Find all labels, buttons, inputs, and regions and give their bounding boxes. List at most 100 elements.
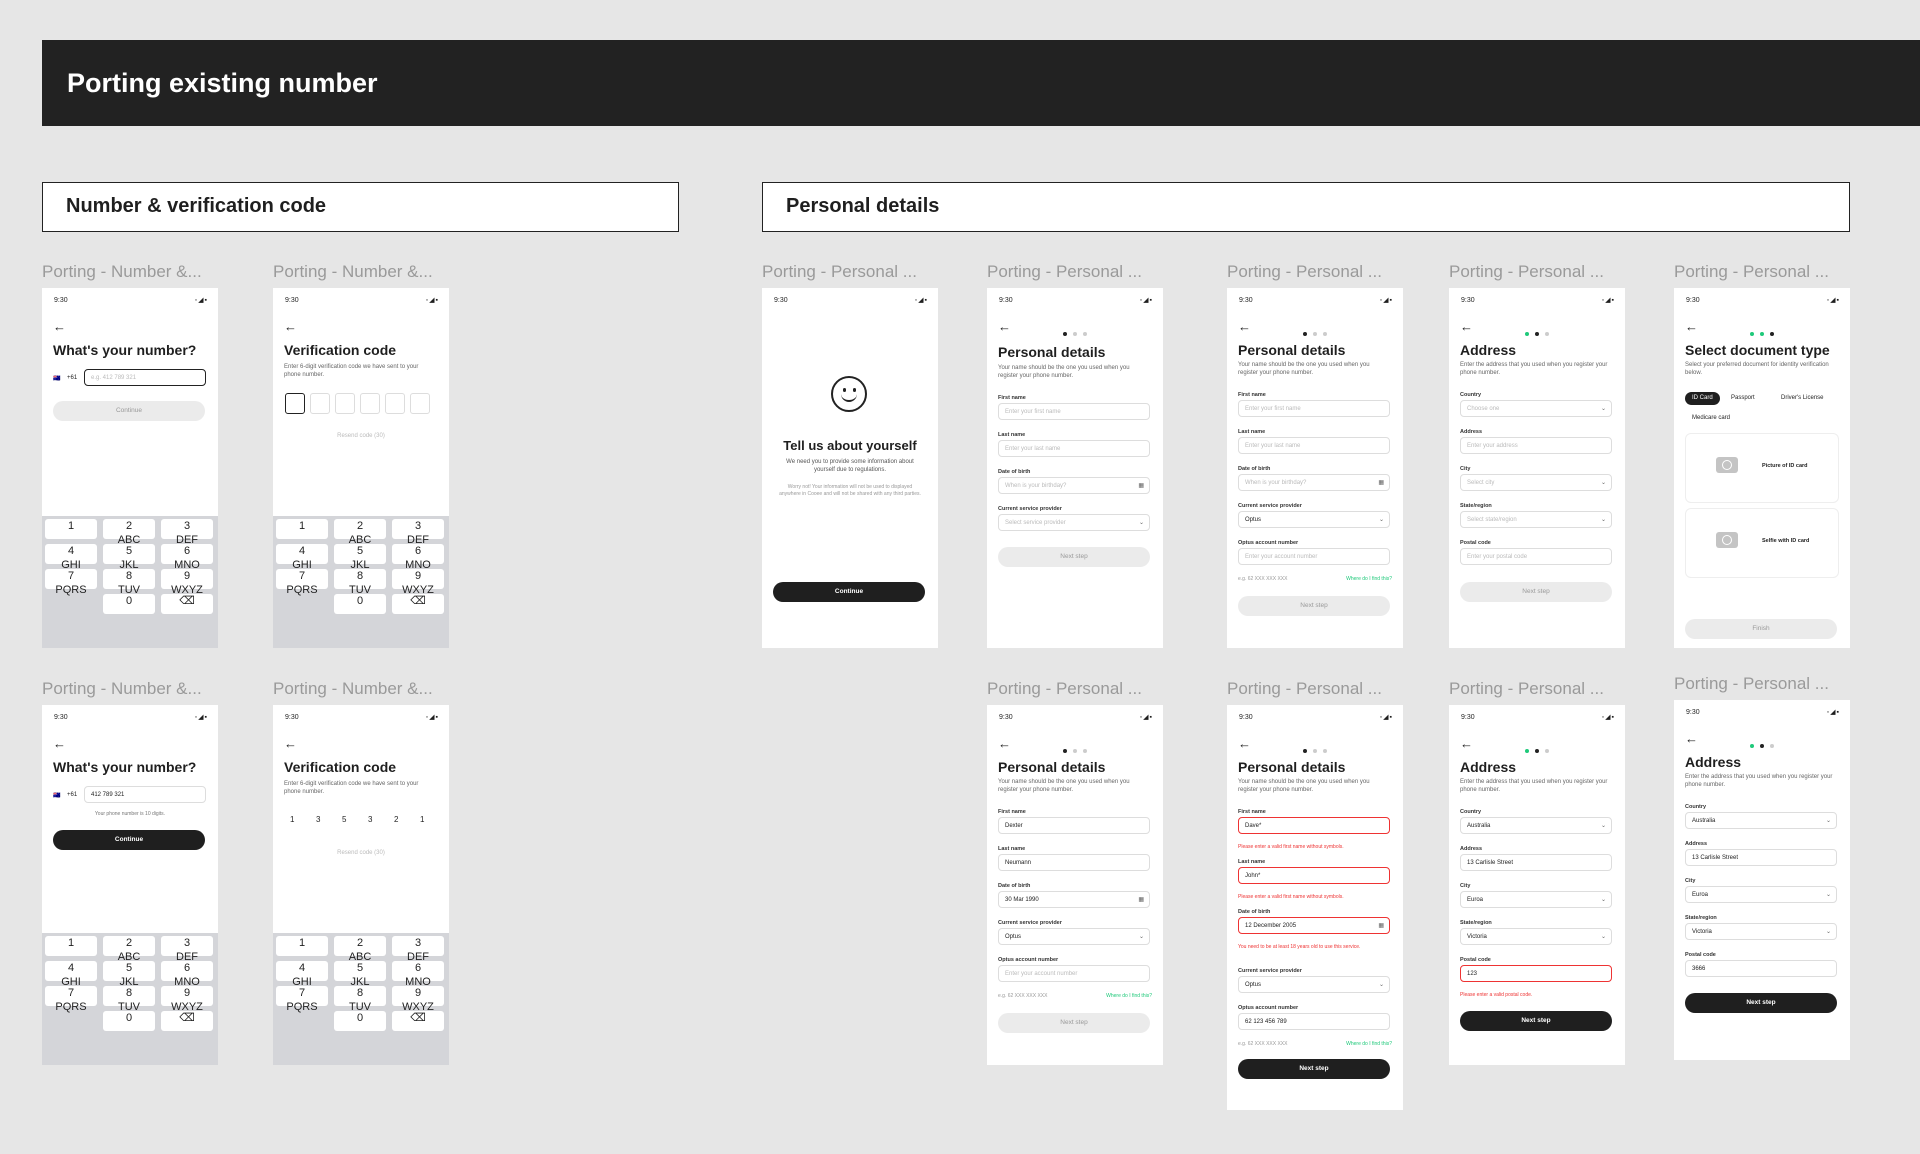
- keypad-key[interactable]: 7 PQRS: [276, 986, 328, 1013]
- account-number-input[interactable]: Enter your account number: [998, 965, 1150, 982]
- country-input[interactable]: Australia ⌄: [1460, 817, 1612, 834]
- keypad-key[interactable]: 6 MNO: [392, 961, 444, 988]
- address-input[interactable]: 13 Carlisle Street: [1685, 849, 1837, 866]
- keypad-key[interactable]: 4 GHI: [45, 961, 97, 988]
- keypad-key[interactable]: 5 JKL: [103, 544, 155, 571]
- keypad-key[interactable]: 7 PQRS: [45, 986, 97, 1013]
- service-provider-input[interactable]: Select service provider ⌄: [998, 514, 1150, 531]
- keypad-key[interactable]: 1: [45, 519, 97, 539]
- upload-selfie[interactable]: Selfie with ID card: [1685, 508, 1839, 578]
- next-step-button[interactable]: Next step: [1460, 1011, 1612, 1031]
- country-input[interactable]: Choose one ⌄: [1460, 400, 1612, 417]
- doc-type-chip[interactable]: Driver's License: [1774, 392, 1831, 405]
- continue-button[interactable]: Continue: [773, 582, 925, 602]
- keypad-key[interactable]: 6 MNO: [392, 544, 444, 571]
- otp-box[interactable]: [410, 393, 430, 414]
- service-provider-input[interactable]: Optus ⌄: [1238, 976, 1390, 993]
- keypad-key[interactable]: 9 WXYZ: [392, 986, 444, 1013]
- phone-input[interactable]: 412 789 321: [84, 786, 206, 803]
- next-step-button[interactable]: Next step: [998, 1013, 1150, 1033]
- keypad-key[interactable]: 5 JKL: [334, 544, 386, 571]
- state-input[interactable]: Victoria ⌄: [1460, 928, 1612, 945]
- state-input[interactable]: Victoria ⌄: [1685, 923, 1837, 940]
- country-input[interactable]: Australia ⌄: [1685, 812, 1837, 829]
- city-input[interactable]: Euroa ⌄: [1685, 886, 1837, 903]
- resend-code-link[interactable]: Resend code (30): [273, 433, 449, 439]
- last-name-input[interactable]: Enter your last name: [998, 440, 1150, 457]
- keypad-key[interactable]: 6 MNO: [161, 961, 213, 988]
- city-input[interactable]: Select city ⌄: [1460, 474, 1612, 491]
- keypad-key[interactable]: 2 ABC: [334, 936, 386, 963]
- next-step-button[interactable]: Next step: [1238, 1059, 1390, 1079]
- date-of-birth-input[interactable]: 12 December 2005 ▦: [1238, 917, 1390, 934]
- back-arrow-icon[interactable]: ←: [53, 737, 66, 750]
- keypad-key[interactable]: 8 TUV: [103, 986, 155, 1013]
- finish-button[interactable]: Finish: [1685, 619, 1837, 639]
- keypad-key[interactable]: 5 JKL: [334, 961, 386, 988]
- service-provider-input[interactable]: Optus ⌄: [998, 928, 1150, 945]
- first-name-input[interactable]: Enter your first name: [998, 403, 1150, 420]
- keypad-key[interactable]: 6 MNO: [161, 544, 213, 571]
- keypad-key[interactable]: 3 DEF: [161, 519, 213, 546]
- account-number-input[interactable]: Enter your account number: [1238, 548, 1390, 565]
- continue-button[interactable]: Continue: [53, 401, 205, 421]
- otp-box[interactable]: [385, 393, 405, 414]
- last-name-input[interactable]: Neumann: [998, 854, 1150, 871]
- continue-button[interactable]: Continue: [53, 830, 205, 850]
- keypad-key[interactable]: 2 ABC: [334, 519, 386, 546]
- resend-code-link[interactable]: Resend code (30): [273, 850, 449, 856]
- postal-code-input[interactable]: 3666: [1685, 960, 1837, 977]
- keypad-key[interactable]: 4 GHI: [276, 961, 328, 988]
- keypad-key[interactable]: 0: [103, 594, 155, 614]
- keypad-key[interactable]: 4 GHI: [45, 544, 97, 571]
- doc-type-chip[interactable]: ID Card: [1685, 392, 1720, 405]
- first-name-input[interactable]: Dave*: [1238, 817, 1390, 834]
- keypad-key[interactable]: 3 DEF: [392, 936, 444, 963]
- keypad-key[interactable]: 2 ABC: [103, 519, 155, 546]
- keypad-key[interactable]: 9 WXYZ: [392, 569, 444, 596]
- keypad-key[interactable]: 0: [103, 1011, 155, 1031]
- date-of-birth-input[interactable]: When is your birthday? ▦: [1238, 474, 1390, 491]
- upload-id-card[interactable]: Picture of ID card: [1685, 433, 1839, 503]
- keypad-key[interactable]: 7 PQRS: [45, 569, 97, 596]
- backspace-key[interactable]: ⌫: [161, 594, 213, 614]
- keypad-key[interactable]: 5 JKL: [103, 961, 155, 988]
- first-name-input[interactable]: Dexter: [998, 817, 1150, 834]
- postal-code-input[interactable]: 123: [1460, 965, 1612, 982]
- doc-type-chip[interactable]: Passport: [1724, 392, 1762, 405]
- backspace-key[interactable]: ⌫: [392, 1011, 444, 1031]
- keypad-key[interactable]: 1: [276, 936, 328, 956]
- next-step-button[interactable]: Next step: [1460, 582, 1612, 602]
- first-name-input[interactable]: Enter your first name: [1238, 400, 1390, 417]
- address-input[interactable]: Enter your address: [1460, 437, 1612, 454]
- date-of-birth-input[interactable]: When is your birthday? ▦: [998, 477, 1150, 494]
- keypad-key[interactable]: 1: [45, 936, 97, 956]
- next-step-button[interactable]: Next step: [1238, 596, 1390, 616]
- keypad-key[interactable]: 8 TUV: [334, 986, 386, 1013]
- keypad-key[interactable]: 2 ABC: [103, 936, 155, 963]
- next-step-button[interactable]: Next step: [998, 547, 1150, 567]
- date-of-birth-input[interactable]: 30 Mar 1990 ▦: [998, 891, 1150, 908]
- last-name-input[interactable]: John*: [1238, 867, 1390, 884]
- backspace-key[interactable]: ⌫: [392, 594, 444, 614]
- otp-box[interactable]: [360, 393, 380, 414]
- keypad-key[interactable]: 7 PQRS: [276, 569, 328, 596]
- keypad-key[interactable]: 4 GHI: [276, 544, 328, 571]
- where-find-link[interactable]: Where do I find this?: [1346, 576, 1392, 582]
- service-provider-input[interactable]: Optus ⌄: [1238, 511, 1390, 528]
- address-input[interactable]: 13 Carlisle Street: [1460, 854, 1612, 871]
- back-arrow-icon[interactable]: ←: [284, 737, 297, 750]
- backspace-key[interactable]: ⌫: [161, 1011, 213, 1031]
- back-arrow-icon[interactable]: ←: [284, 320, 297, 333]
- back-arrow-icon[interactable]: ←: [53, 320, 66, 333]
- otp-box[interactable]: [310, 393, 330, 414]
- keypad-key[interactable]: 3 DEF: [161, 936, 213, 963]
- keypad-key[interactable]: 8 TUV: [334, 569, 386, 596]
- city-input[interactable]: Euroa ⌄: [1460, 891, 1612, 908]
- otp-box[interactable]: [285, 393, 305, 414]
- keypad-key[interactable]: 9 WXYZ: [161, 986, 213, 1013]
- postal-code-input[interactable]: Enter your postal code: [1460, 548, 1612, 565]
- state-input[interactable]: Select state/region ⌄: [1460, 511, 1612, 528]
- keypad-key[interactable]: 3 DEF: [392, 519, 444, 546]
- keypad-key[interactable]: 0: [334, 594, 386, 614]
